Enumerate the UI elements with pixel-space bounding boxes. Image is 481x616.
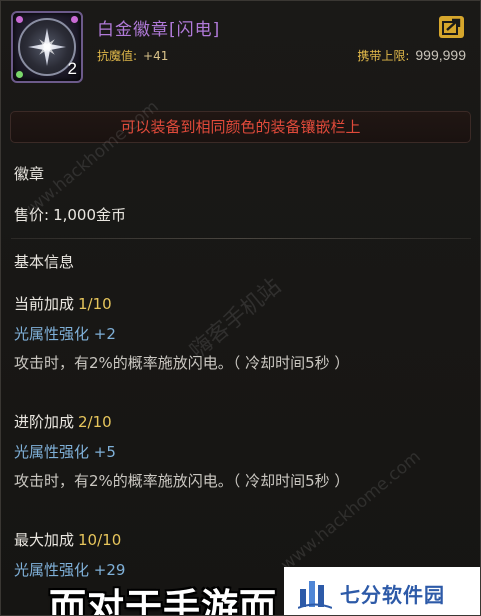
watermark: www.hackhome.com	[277, 446, 425, 576]
stat-label: 抗魔值:	[97, 49, 138, 63]
watermark: 嗨客手机站	[185, 273, 286, 364]
logo-text: 七分软件园	[340, 583, 445, 607]
tier-level: 1/10	[78, 295, 112, 313]
carry-label: 携带上限:	[357, 49, 410, 63]
tier-attribute: 光属性强化 +5	[14, 443, 116, 461]
price-label: 售价:	[14, 206, 50, 224]
video-subtitle: 而对于手游而	[49, 586, 277, 616]
divider	[11, 238, 471, 239]
star-badge-icon	[28, 28, 66, 66]
item-category: 徽章	[14, 165, 45, 183]
share-arrow-icon	[442, 18, 461, 35]
tier-level: 2/10	[78, 413, 112, 431]
gem-icon	[16, 71, 23, 78]
site-logo: 七分软件园	[284, 567, 480, 615]
gem-icon	[71, 16, 78, 23]
tier-current: 当前加成 1/10	[14, 293, 112, 314]
tier-level: 10/10	[78, 531, 122, 549]
basic-info-header: 基本信息	[14, 253, 75, 271]
tier-label: 进阶加成	[14, 413, 75, 431]
tier-effect: 攻击时，有2%的概率施放闪电。（ 冷却时间5秒 ）	[14, 472, 350, 490]
carry-value: 999,999	[415, 47, 466, 63]
bar-chart-logo-icon	[298, 581, 332, 609]
tier-next: 进阶加成 2/10	[14, 411, 112, 432]
stat-value: +41	[143, 49, 169, 63]
stack-count: 2	[67, 59, 77, 78]
gem-icon	[16, 16, 23, 23]
price: 售价: 1,000金币	[14, 204, 126, 225]
carry-limit: 携带上限: 999,999	[357, 47, 466, 64]
tier-attribute: 光属性强化 +2	[14, 325, 116, 343]
tier-label: 最大加成	[14, 531, 75, 549]
item-tooltip: 2 白金徽章[闪电] 抗魔值: +41 携带上限: 999,999 可以装备到相同颜…	[0, 0, 481, 616]
tier-effect: 攻击时，有2%的概率施放闪电。（ 冷却时间5秒 ）	[14, 354, 350, 372]
tier-label: 当前加成	[14, 295, 75, 313]
warning-banner: 可以装备到相同颜色的装备镶嵌栏上	[10, 111, 471, 143]
tier-max: 最大加成 10/10	[14, 529, 121, 550]
item-icon: 2	[11, 11, 83, 83]
export-button[interactable]	[439, 16, 464, 38]
item-name: 白金徽章[闪电]	[97, 20, 221, 40]
price-value: 1,000金币	[53, 206, 127, 224]
magic-resistance: 抗魔值: +41	[97, 47, 168, 64]
